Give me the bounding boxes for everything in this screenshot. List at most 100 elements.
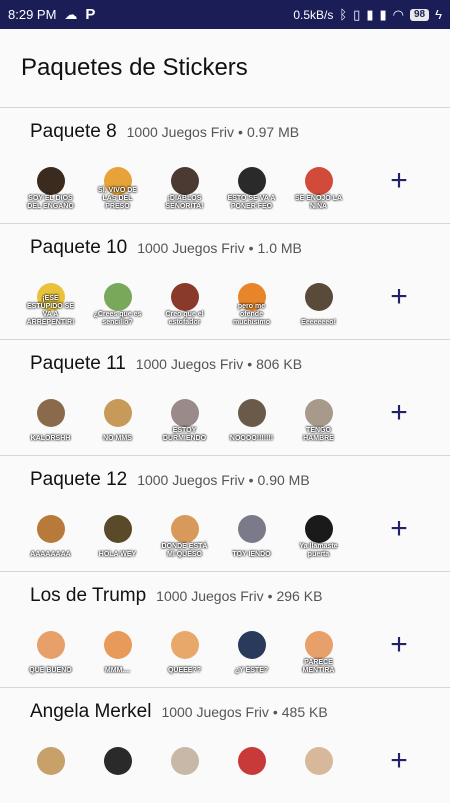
pack-header: Los de Trump 1000 Juegos Friv • 296 KB: [30, 585, 322, 607]
add-pack-button[interactable]: +: [386, 630, 412, 660]
sticker-thumbnail: DONDE ESTÁ MI QUESO: [158, 509, 211, 562]
pack-size: 806 KB: [256, 356, 303, 372]
bullet-separator-icon: •: [272, 704, 278, 720]
sticker-thumbnail: Creo que el estofador: [158, 277, 211, 330]
sticker-thumbnail: HOLA WEY: [91, 509, 144, 562]
sticker-caption: pero me ofende muchísimo: [233, 303, 270, 326]
sticker-image-icon: [237, 747, 266, 775]
pack-item[interactable]: Los de Trump 1000 Juegos Friv • 296 KB QUE B…: [0, 571, 450, 687]
sticker-thumbnail: [91, 741, 144, 794]
sticker-caption: ESTO SE VA A PONER FEO: [227, 195, 276, 210]
sticker-caption: PARECE MENTIRA: [302, 659, 335, 674]
vibrate-icon: ▯: [353, 7, 361, 22]
sticker-caption: SOY EL DIOS DEL ENGAÑO: [27, 195, 74, 210]
bluetooth-icon: ᛒ: [339, 7, 348, 22]
add-pack-button[interactable]: +: [386, 398, 412, 428]
status-bar: 8:29 PM ☁ P 0.5kB/s ᛒ ▯ ▮ ▮ ◠ 98 ϟ: [0, 0, 450, 29]
p-app-icon: P: [85, 6, 96, 23]
pack-size: 296 KB: [276, 588, 323, 604]
sticker-thumbnail: pero me ofende muchísimo: [225, 277, 278, 330]
pack-name: Los de Trump: [30, 585, 147, 606]
sticker-image-icon: [170, 167, 199, 195]
pack-meta: 1000 Juegos Friv • 0.90 MB: [137, 472, 309, 488]
sticker-image-icon: [103, 399, 132, 427]
add-pack-button[interactable]: +: [386, 746, 412, 776]
sticker-preview-row: QUE BUENO MMM.... QUEEE?? ¿Y ESTE? PARECE ME…: [24, 625, 345, 678]
sticker-caption: [117, 791, 119, 794]
pack-publisher: 1000 Juegos Friv: [137, 240, 245, 256]
sticker-thumbnail: Eeeeeeeo!: [292, 277, 345, 330]
sticker-caption: [50, 791, 52, 794]
sticker-caption: ¡ESE ESTÚPIDO SE VA A ARREPENTIR!: [26, 295, 75, 326]
add-pack-button[interactable]: +: [386, 282, 412, 312]
pack-size: 0.97 MB: [246, 124, 300, 140]
sticker-image-icon: [36, 167, 65, 195]
sticker-thumbnail: ESTOY DURMIENDO: [158, 393, 211, 446]
sticker-caption: QUE BUENO: [29, 667, 72, 674]
pack-header: Angela Merkel 1000 Juegos Friv • 485 KB: [30, 701, 328, 723]
pack-name: Paquete 10: [30, 237, 128, 258]
pack-meta: 1000 Juegos Friv • 806 KB: [136, 356, 302, 372]
pack-size: 1.0 MB: [257, 240, 302, 256]
sticker-caption: [184, 791, 186, 794]
sticker-thumbnail: QUEEE??: [158, 625, 211, 678]
sticker-image-icon: [304, 283, 333, 311]
sticker-preview-row: [24, 741, 345, 794]
sticker-caption: TENGO HAMBRE: [303, 427, 334, 442]
pack-item[interactable]: Angela Merkel 1000 Juegos Friv • 485 KB +: [0, 687, 450, 803]
sticker-thumbnail: AAAAAAAA: [24, 509, 77, 562]
sticker-image-icon: [304, 167, 333, 195]
pack-size: 0.90 MB: [257, 472, 310, 488]
sticker-image-icon: [304, 747, 333, 775]
sticker-image-icon: [103, 747, 132, 775]
pack-item[interactable]: Paquete 8 1000 Juegos Friv • 0.97 MB SOY EL …: [0, 107, 450, 223]
sticker-preview-row: ¡ESE ESTÚPIDO SE VA A ARREPENTIR! ¿Crees …: [24, 277, 345, 330]
sticker-caption: NOOOO!!!!!!!: [229, 435, 274, 442]
sticker-caption: Eeeeeeeo!: [301, 319, 336, 326]
sticker-image-icon: [304, 631, 333, 659]
sticker-image-icon: [304, 515, 333, 543]
sticker-image-icon: [237, 167, 266, 195]
sticker-caption: [251, 791, 253, 794]
sticker-caption: HOLA WEY: [98, 551, 137, 558]
sticker-caption: ESTOY DURMIENDO: [162, 427, 207, 442]
pack-publisher: 1000 Juegos Friv: [135, 356, 244, 372]
sticker-image-icon: [237, 515, 266, 543]
sticker-image-icon: [103, 515, 132, 543]
wifi-icon: ◠: [392, 7, 404, 22]
sticker-image-icon: [237, 631, 266, 659]
signal-icon: ▮: [366, 7, 374, 22]
pack-name: Paquete 11: [30, 353, 126, 374]
sticker-thumbnail: [225, 741, 278, 794]
sticker-image-icon: [170, 747, 199, 775]
sticker-image-icon: [170, 631, 199, 659]
pack-name: Paquete 12: [30, 469, 128, 490]
sticker-caption: DONDE ESTÁ MI QUESO: [161, 543, 208, 558]
sticker-thumbnail: QUE BUENO: [24, 625, 77, 678]
sticker-thumbnail: ESTO SE VA A PONER FEO: [225, 161, 278, 214]
pack-meta: 1000 Juegos Friv • 1.0 MB: [137, 240, 302, 256]
pack-header: Paquete 11 1000 Juegos Friv • 806 KB: [30, 353, 302, 375]
sticker-image-icon: [36, 747, 65, 775]
pack-meta: 1000 Juegos Friv • 296 KB: [156, 588, 322, 604]
pack-item[interactable]: Paquete 10 1000 Juegos Friv • 1.0 MB ¡ESE ES…: [0, 223, 450, 339]
charging-icon: ϟ: [435, 7, 442, 22]
sticker-thumbnail: PARECE MENTIRA: [292, 625, 345, 678]
sticker-caption: ¡DIABLOS SEÑORITA!: [165, 195, 204, 210]
add-pack-button[interactable]: +: [386, 166, 412, 196]
add-pack-button[interactable]: +: [386, 514, 412, 544]
status-time: 8:29 PM: [8, 7, 57, 22]
pack-list: Paquete 8 1000 Juegos Friv • 0.97 MB SOY EL …: [0, 107, 450, 803]
sticker-thumbnail: MMM....: [91, 625, 144, 678]
pack-header: Paquete 10 1000 Juegos Friv • 1.0 MB: [30, 237, 302, 259]
sticker-thumbnail: Ya llamaste puerta: [292, 509, 345, 562]
pack-name: Paquete 8: [30, 121, 117, 142]
pack-item[interactable]: Paquete 12 1000 Juegos Friv • 0.90 MB AAAAAA…: [0, 455, 450, 571]
signal-2-icon: ▮: [379, 7, 387, 22]
pack-meta: 1000 Juegos Friv • 0.97 MB: [127, 124, 299, 140]
sticker-thumbnail: TENGO HAMBRE: [292, 393, 345, 446]
sticker-thumbnail: ¡ESE ESTÚPIDO SE VA A ARREPENTIR!: [24, 277, 77, 330]
pack-publisher: 1000 Juegos Friv: [137, 472, 245, 488]
sticker-caption: AAAAAAAA: [30, 551, 71, 558]
pack-item[interactable]: Paquete 11 1000 Juegos Friv • 806 KB KALORSH…: [0, 339, 450, 455]
